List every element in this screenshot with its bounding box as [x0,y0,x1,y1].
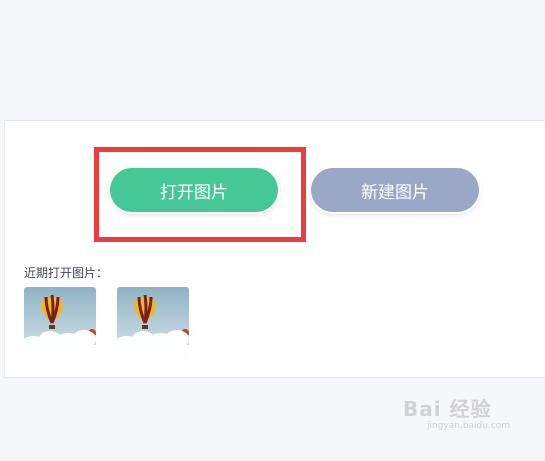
recent-image-thumbnail[interactable] [24,287,96,359]
new-image-button[interactable]: 新建图片 [311,168,479,212]
balloon-image-icon [117,287,189,359]
baidu-jingyan-watermark: Bai 经验 jingyan.baidu.com [403,393,523,439]
watermark-brand: Bai 经验 [403,397,492,421]
balloon-image-icon [24,287,96,359]
recent-image-thumbnail[interactable] [117,287,189,359]
start-panel: 打开图片 新建图片 近期打开图片： [4,120,545,378]
recent-images-label: 近期打开图片： [24,266,109,280]
watermark-site: jingyan.baidu.com [427,421,511,431]
open-image-button[interactable]: 打开图片 [110,168,278,212]
